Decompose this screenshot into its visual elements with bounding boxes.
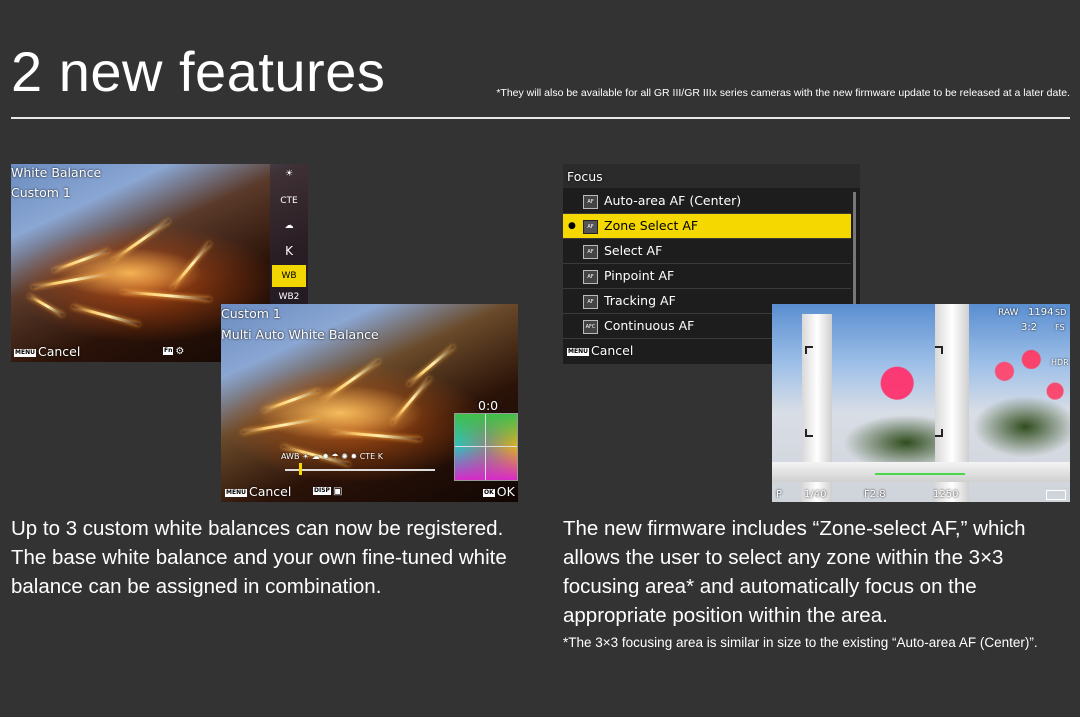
fn-key-icon: Fn [163,347,174,355]
quality-indicator: FS [1055,323,1065,332]
firmware-note: *They will also be available for all GR … [496,87,1070,99]
disp-key-icon: DISP [313,487,331,495]
menu-key-icon: MENU [567,347,589,356]
wb-preset-row: AWB ☀ ☁ ✹ ☂ ✺ ✹ CTE K [281,452,384,461]
wb-preset-strip: ☀ CTE ☁ K WB WB2 [270,164,308,304]
custom-wb2-icon[interactable]: WB2 [270,292,308,302]
focus-menu-header: Focus [563,164,860,188]
ok-button[interactable]: OK OK [483,484,515,499]
shots-remaining: 1194 [1028,307,1054,318]
cte-icon[interactable]: CTE [270,196,308,206]
selected-dot-icon: ● [568,221,576,231]
cloud-icon[interactable]: ☁ [270,221,308,231]
af-icon: AF [583,245,598,259]
focus-item-auto-area[interactable]: AF Auto-area AF (Center) [563,189,851,214]
af-icon: AF [583,270,598,284]
menu-key-icon: MENU [14,348,36,357]
shutter-speed: 1/40 [804,489,827,500]
focus-item-pinpoint[interactable]: AF Pinpoint AF [563,264,851,289]
af-icon: AF [583,295,598,309]
menu-key-icon: MENU [225,488,247,497]
kelvin-icon[interactable]: K [270,244,308,258]
wb-slider[interactable] [285,469,435,471]
aperture-value: F2.8 [864,489,886,500]
white-balance-description: Up to 3 custom white balances can now be… [11,517,507,598]
daylight-icon[interactable]: ☀ [270,169,308,179]
raw-indicator: RAW [998,308,1019,318]
live-view-screen: RAW 1194 SD 3:2 FS HDR P 1/40 F2.8 1250 [772,304,1070,502]
disp-button[interactable]: DISP ▣ [313,486,342,497]
square-icon: ▣ [332,486,343,497]
hdr-indicator: HDR [1051,358,1069,367]
zone-af-description: The new firmware includes “Zone-select A… [563,517,1026,627]
exposure-mode: P [776,489,783,500]
fn-button[interactable]: Fn ⚙ [163,346,184,357]
af-icon: AF [583,195,598,209]
custom-wb-title: Custom 1 [221,306,281,321]
wb-adjust-value: 0:0 [478,398,499,413]
cancel-button[interactable]: MENU Cancel [567,343,633,358]
cancel-button[interactable]: MENU Cancel [14,344,80,359]
af-zone-bar [875,473,965,475]
sd-card-icon: SD [1055,308,1067,317]
af-icon: AFC [583,320,598,334]
focus-item-zone-select[interactable]: ● AF Zone Select AF [563,214,851,239]
focusing-area-note: *The 3×3 focusing area is similar in siz… [563,635,1038,650]
wb-slider-handle[interactable] [299,463,302,475]
custom-wb1-icon[interactable]: WB [272,265,306,287]
focus-menu-title: Focus [567,169,603,184]
battery-icon [1046,490,1066,500]
aspect-ratio: 3:2 [1021,322,1038,333]
wb-selected-value: Custom 1 [11,185,71,200]
custom-wb-subtitle: Multi Auto White Balance [221,327,379,342]
ok-key-icon: OK [483,488,495,497]
custom-wb-screen: Custom 1 Multi Auto White Balance 0:0 AW… [221,304,518,502]
wb-menu-title: White Balance [11,165,102,180]
header-divider [11,117,1070,119]
iso-value: 1250 [933,489,959,500]
focus-item-select[interactable]: AF Select AF [563,239,851,264]
af-icon: AF [583,220,598,234]
wb-color-grid[interactable] [454,413,518,481]
gear-icon: ⚙ [175,346,185,357]
cancel-button[interactable]: MENU Cancel [225,484,291,499]
page-title: 2 new features [11,40,386,103]
